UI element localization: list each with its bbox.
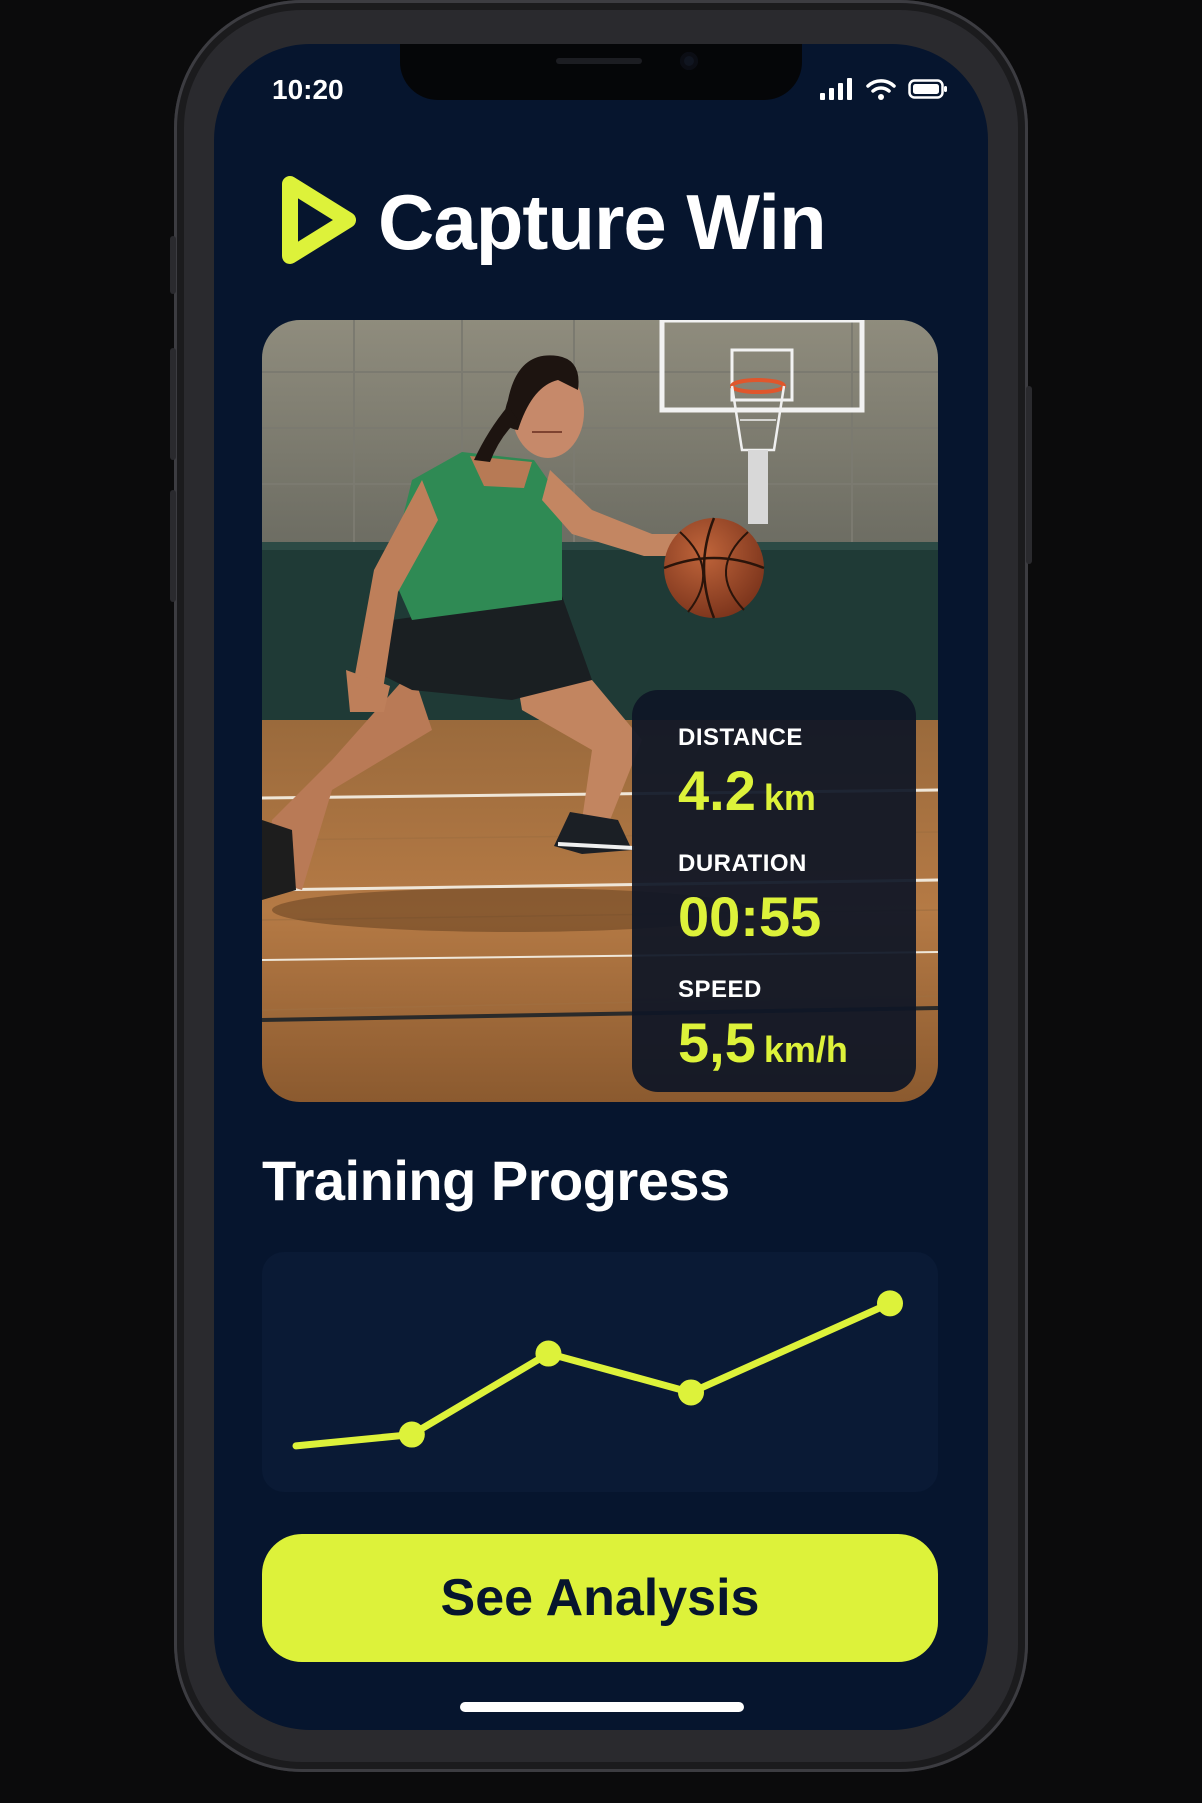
- front-camera: [680, 52, 698, 70]
- home-indicator[interactable]: [460, 1702, 744, 1712]
- progress-chart-card: [262, 1252, 938, 1492]
- stats-overlay: DISTANCE 4.2 km DURATION 00:55 SPEED 5,5 k…: [632, 690, 916, 1092]
- progress-chart: [292, 1290, 903, 1450]
- app-header: Capture Win: [278, 174, 827, 271]
- data-point[interactable]: [535, 1340, 562, 1367]
- data-point[interactable]: [678, 1379, 705, 1406]
- volume-down-button: [170, 490, 176, 602]
- distance-label: DISTANCE: [678, 724, 803, 751]
- speed-value: 5,5 km/h: [678, 1010, 916, 1082]
- section-title-progress: Training Progress: [262, 1149, 730, 1212]
- battery-icon: [908, 78, 948, 105]
- speed-label: SPEED: [678, 976, 762, 1003]
- distance-value: 4.2 km: [678, 758, 916, 830]
- duration-label: DURATION: [678, 850, 807, 877]
- data-point[interactable]: [398, 1421, 425, 1448]
- wifi-icon: [866, 78, 896, 105]
- duration-value: 00:55: [678, 884, 916, 956]
- see-analysis-button[interactable]: See Analysis: [262, 1534, 938, 1662]
- duration-number: 00:55: [678, 885, 822, 948]
- volume-up-button: [170, 348, 176, 460]
- distance-number: 4.2: [678, 759, 756, 822]
- earpiece: [556, 58, 642, 64]
- speed-unit: km/h: [763, 1029, 848, 1070]
- distance-unit: km: [763, 777, 816, 818]
- power-button: [1026, 386, 1032, 564]
- series-line: [292, 1299, 894, 1450]
- speed-number: 5,5: [678, 1011, 756, 1074]
- device-frame: 10:20 Capture Win DISTANCE 4.2 km DURATI…: [0, 0, 1202, 1803]
- signal-icon: [820, 78, 854, 105]
- data-point[interactable]: [877, 1290, 903, 1317]
- notch: [400, 44, 802, 100]
- status-time: 10:20: [272, 74, 344, 105]
- silent-switch: [170, 236, 176, 294]
- play-icon: [278, 174, 356, 271]
- hero-photo-card: DISTANCE 4.2 km DURATION 00:55 SPEED 5,5 k…: [262, 320, 938, 1102]
- app-title: Capture Win: [378, 178, 827, 266]
- app-screen: 10:20 Capture Win DISTANCE 4.2 km DURATI…: [214, 44, 988, 1730]
- status-icons: [820, 78, 948, 105]
